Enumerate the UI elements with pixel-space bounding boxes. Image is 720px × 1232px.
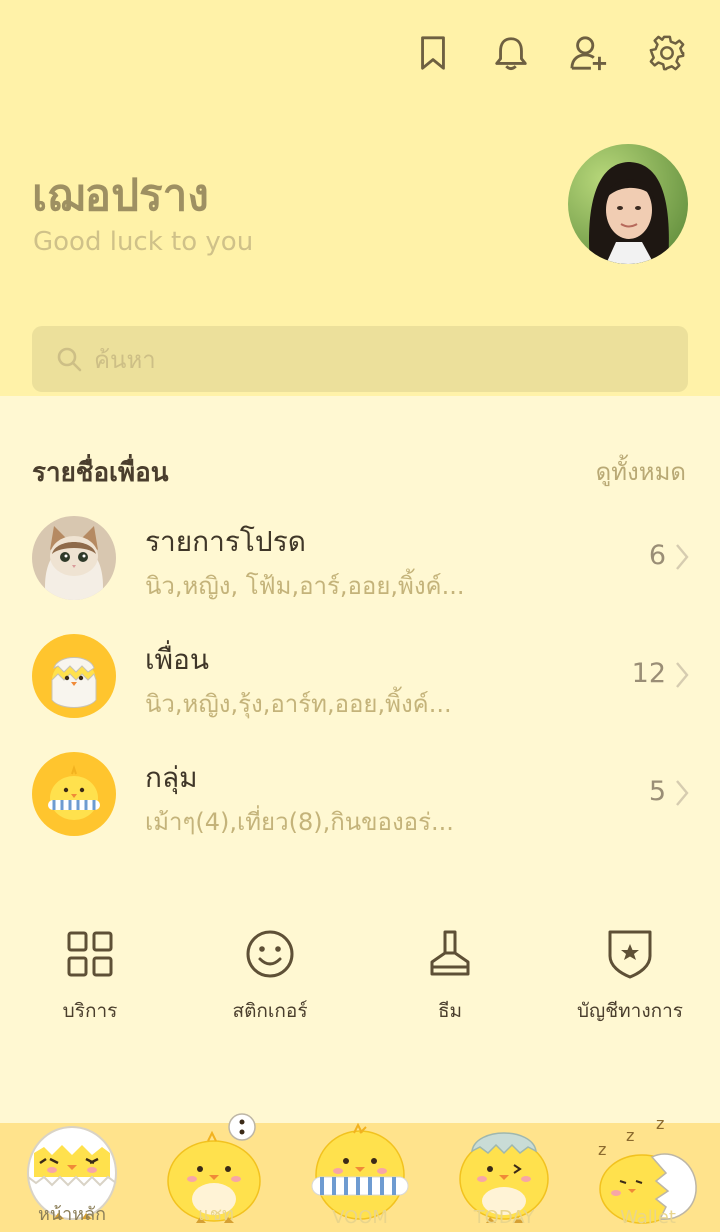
chevron-right-icon: [676, 780, 689, 806]
list-item-count: 12: [631, 658, 666, 689]
list-item-title: กลุ่ม: [145, 761, 198, 794]
list-item-count: 6: [648, 540, 666, 571]
status-message[interactable]: Good luck to you: [33, 227, 253, 257]
list-item-title: รายการโปรด: [145, 525, 306, 558]
svg-text:z: z: [656, 1114, 664, 1133]
friends-section-title: รายชื่อเพื่อน: [32, 458, 169, 488]
brush-icon: [430, 930, 470, 976]
bell-icon[interactable]: [492, 34, 530, 72]
tab-chat[interactable]: แชท: [144, 1113, 288, 1232]
groups-avatar: [32, 752, 116, 836]
list-item-title: เพื่อน: [145, 643, 209, 676]
tab-label: VOOM: [332, 1207, 388, 1228]
list-item-subtitle: นิว,หญิง,รุ้ง,อาร์ท,ออย,พิ้งค์...: [145, 690, 452, 718]
list-item-favorites[interactable]: รายการโปรด นิว,หญิง, โฟ้ม,อาร์,ออย,พิ้งค…: [0, 516, 720, 616]
header-toolbar: [414, 34, 686, 72]
profile-header: เฌอปราง Good luck to you ค้นหา: [0, 0, 720, 396]
list-item-groups[interactable]: กลุ่ม เม้าๆ(4),เที่ยว(8),กินของอร่... 5: [0, 752, 720, 852]
tab-home[interactable]: หน้าหลัก: [0, 1123, 144, 1232]
menu-item-services[interactable]: บริการ: [0, 926, 180, 1026]
see-all-link[interactable]: ดูทั้งหมด: [596, 452, 686, 491]
smiley-icon: [246, 930, 294, 978]
list-item-friends[interactable]: เพื่อน นิว,หญิง,รุ้ง,อาร์ท,ออย,พิ้งค์...…: [0, 634, 720, 734]
menu-item-themes[interactable]: ธีม: [360, 926, 540, 1026]
chick-egg-icon: [32, 634, 116, 718]
profile-photo: [568, 144, 688, 264]
menu-item-stickers[interactable]: สติกเกอร์: [180, 926, 360, 1026]
tab-label: แชท: [198, 1204, 234, 1225]
grid-icon: [67, 931, 113, 977]
tab-label: หน้าหลัก: [37, 1204, 107, 1225]
list-item-subtitle: นิว,หญิง, โฟ้ม,อาร์,ออย,พิ้งค์...: [145, 572, 465, 600]
svg-text:z: z: [626, 1126, 634, 1145]
menu-label: ธีม: [437, 1000, 463, 1022]
chick-scarf-icon: [32, 752, 116, 836]
search-input[interactable]: ค้นหา: [32, 326, 688, 392]
avatar[interactable]: [568, 144, 688, 264]
list-item-subtitle: เม้าๆ(4),เที่ยว(8),กินของอร่...: [145, 808, 454, 836]
search-icon: [57, 347, 82, 372]
svg-text:z: z: [598, 1140, 606, 1159]
favorites-avatar: [32, 516, 116, 600]
bookmark-icon[interactable]: [414, 34, 452, 72]
search-placeholder: ค้นหา: [94, 346, 156, 374]
chevron-right-icon: [676, 662, 689, 688]
profile-name[interactable]: เฌอปราง: [32, 160, 209, 230]
tab-label: Wallet: [620, 1207, 676, 1228]
tab-voom[interactable]: VOOM: [288, 1122, 432, 1232]
tab-label: TODAY: [473, 1207, 535, 1228]
add-friend-icon[interactable]: [570, 34, 608, 72]
official-shield-icon: [608, 930, 652, 979]
chevron-right-icon: [676, 544, 689, 570]
cat-photo: [32, 516, 116, 600]
quick-menu: บริการ สติกเกอร์ ธีม บัญชีทางการ: [0, 926, 720, 1036]
menu-label: บัญชีทางการ: [577, 1000, 683, 1022]
tab-today[interactable]: TODAY: [432, 1123, 576, 1232]
settings-icon[interactable]: [648, 34, 686, 72]
menu-label: สติกเกอร์: [232, 1000, 308, 1022]
friends-avatar: [32, 634, 116, 718]
menu-label: บริการ: [62, 1000, 118, 1022]
menu-item-official-accounts[interactable]: บัญชีทางการ: [540, 926, 720, 1026]
list-item-count: 5: [648, 776, 666, 807]
tab-wallet[interactable]: z z z Wallet: [576, 1114, 720, 1232]
bottom-tab-bar: หน้าหลัก แชท VOOM TODAY z z z Wallet: [0, 1113, 720, 1232]
